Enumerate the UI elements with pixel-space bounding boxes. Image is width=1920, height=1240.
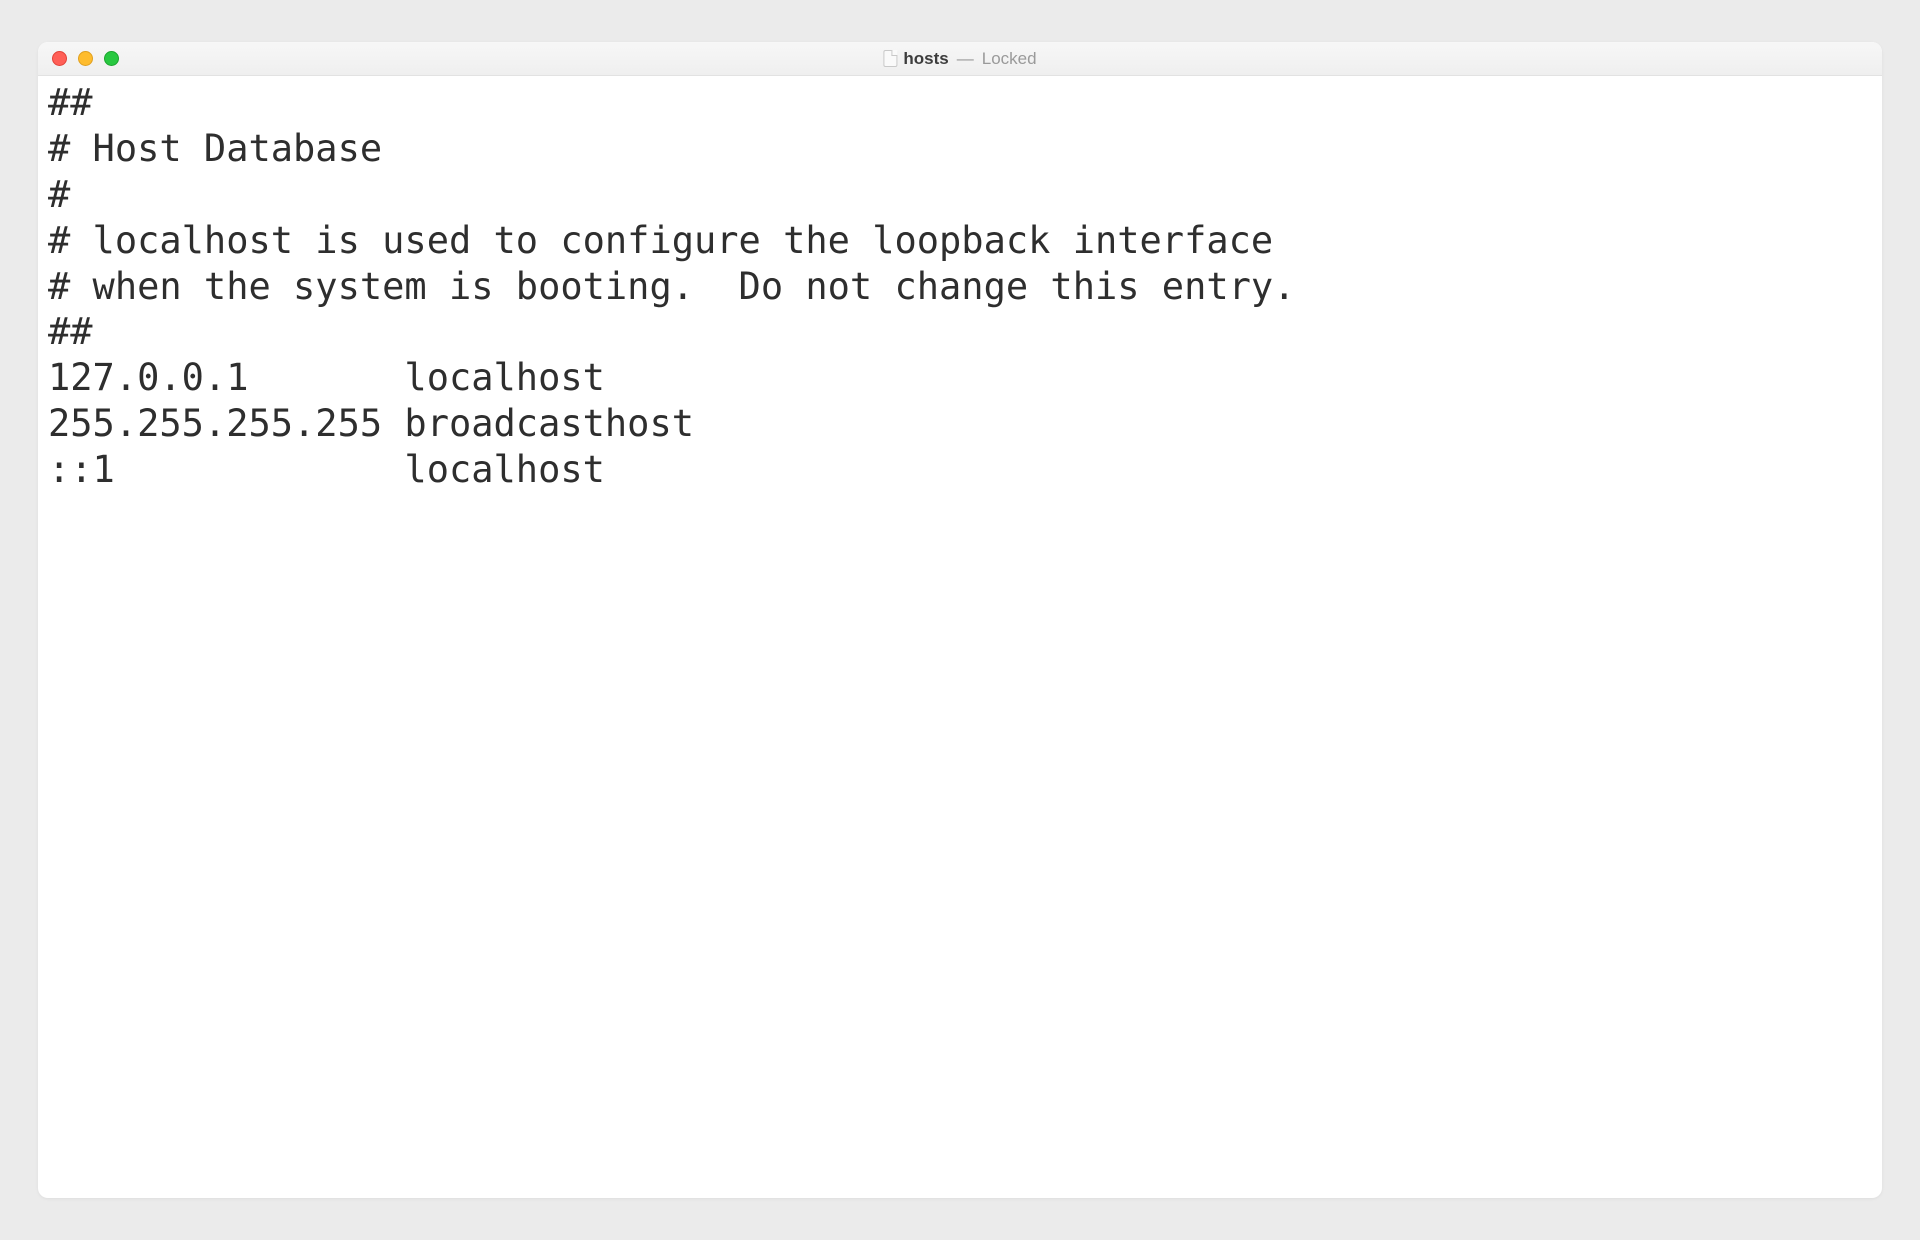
minimize-button[interactable] [78, 51, 93, 66]
title-filename: hosts [903, 49, 948, 69]
close-button[interactable] [52, 51, 67, 66]
title-status: Locked [982, 49, 1037, 69]
titlebar[interactable]: hosts — Locked [38, 42, 1882, 76]
zoom-button[interactable] [104, 51, 119, 66]
textedit-window: hosts — Locked ## # Host Database # # lo… [38, 42, 1882, 1198]
document-icon [883, 50, 897, 67]
title-separator: — [955, 49, 976, 69]
window-controls [52, 51, 119, 66]
window-title[interactable]: hosts — Locked [883, 49, 1036, 69]
text-editor[interactable]: ## # Host Database # # localhost is used… [38, 76, 1882, 1198]
